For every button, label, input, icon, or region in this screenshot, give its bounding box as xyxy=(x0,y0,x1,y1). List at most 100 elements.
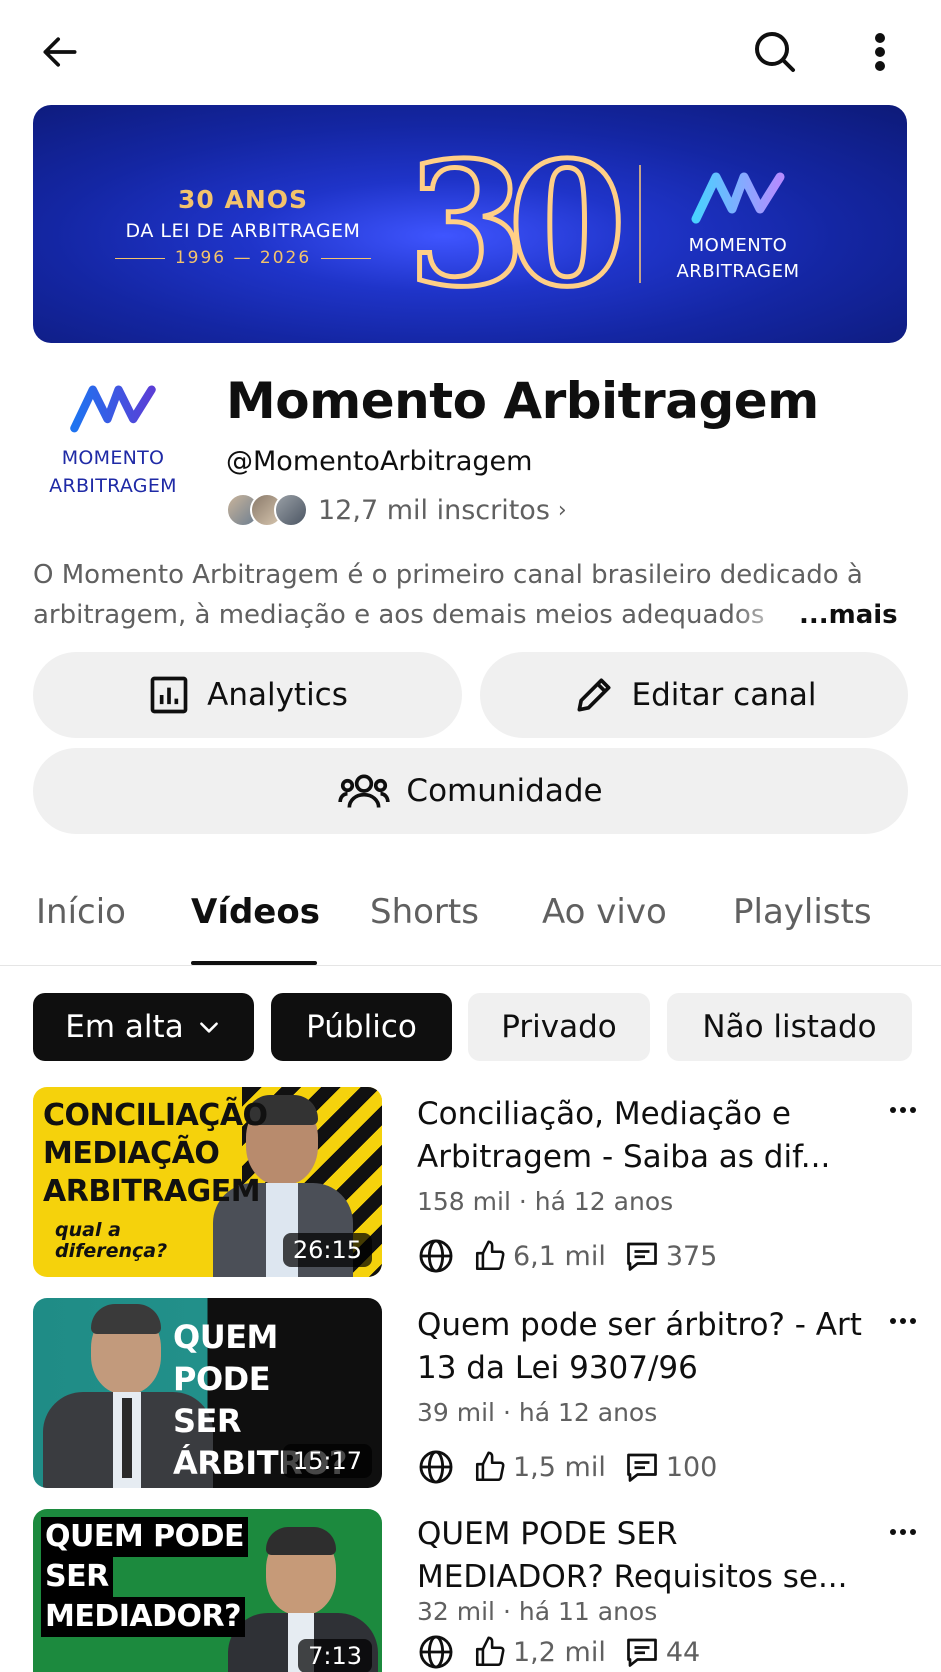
bar-chart-icon xyxy=(150,676,188,714)
thumbs-up-icon xyxy=(475,1240,505,1271)
video-stats: 6,1 mil 375 xyxy=(417,1235,735,1277)
video-more-button[interactable] xyxy=(885,1095,921,1125)
video-thumbnail[interactable]: QUEM PODE SER MEDIADOR? 7:13 xyxy=(33,1509,382,1672)
analytics-button[interactable]: Analytics xyxy=(33,652,462,738)
divider-line xyxy=(321,257,372,259)
banner-big-number: 30 xyxy=(405,123,629,328)
thumbnail-sub2: diferença? xyxy=(55,1240,168,1262)
video-thumbnail[interactable]: QUEM PODE SER ÁRBITRO? 15:17 xyxy=(33,1298,382,1488)
video-title[interactable]: Conciliação, Mediação e Arbitragem - Sai… xyxy=(417,1093,862,1179)
banner-anniversary-text: 30 ANOS DA LEI DE ARBITRAGEM 1996 — 2026 xyxy=(93,185,393,268)
analytics-label: Analytics xyxy=(207,677,348,713)
video-meta: 158 mil · há 12 anos xyxy=(417,1187,673,1216)
video-list-item[interactable]: QUEM PODE SER MEDIADOR? 7:13 QUEM PODE S… xyxy=(0,1509,941,1672)
channel-description[interactable]: O Momento Arbitragem é o primeiro canal … xyxy=(33,555,913,635)
thumbnail-title: CONCILIAÇÃO MEDIAÇÃO ARBITRAGEM xyxy=(43,1097,268,1211)
thumbnail-subtitle: qual a diferença? xyxy=(55,1220,167,1262)
thumbnail-line1: QUEM PODE xyxy=(173,1318,278,1398)
meta-separator: · xyxy=(502,1398,511,1427)
thumbnail-line1: QUEM PODE xyxy=(41,1517,249,1557)
comment-icon xyxy=(626,1638,657,1667)
filter-chip-private[interactable]: Privado xyxy=(468,993,650,1061)
subscribers-row[interactable]: 12,7 mil inscritos › xyxy=(226,490,567,530)
tab-playlists[interactable]: Playlists xyxy=(733,892,872,932)
video-title[interactable]: Quem pode ser árbitro? - Art 13 da Lei 9… xyxy=(417,1304,862,1390)
thumbnail-line3: ARBITRAGEM xyxy=(43,1174,261,1209)
video-duration: 7:13 xyxy=(298,1639,372,1672)
tab-videos[interactable]: Vídeos xyxy=(191,892,320,932)
thumbnail-line1: CONCILIAÇÃO xyxy=(43,1098,268,1133)
video-age: há 11 anos xyxy=(518,1597,658,1626)
video-meta: 32 mil · há 11 anos xyxy=(417,1597,657,1626)
comment-icon xyxy=(626,1453,657,1482)
avatar-text-line1: MOMENTO xyxy=(61,447,165,469)
video-more-button[interactable] xyxy=(885,1306,921,1336)
description-line2-row: arbitragem, à mediação e aos demais meio… xyxy=(33,595,913,635)
banner-divider xyxy=(639,165,641,283)
globe-icon xyxy=(419,1239,453,1273)
video-duration: 26:15 xyxy=(282,1233,372,1267)
more-horizontal-icon xyxy=(890,1529,916,1535)
tab-shorts[interactable]: Shorts xyxy=(370,892,479,932)
thumbnail-sub1: qual a xyxy=(55,1219,121,1241)
active-tab-indicator xyxy=(191,961,317,965)
comments-group: 375 xyxy=(624,1238,717,1274)
video-duration: 15:17 xyxy=(282,1444,372,1478)
video-comments: 100 xyxy=(665,1451,718,1483)
banner-anos: 30 ANOS xyxy=(177,185,309,214)
sort-dropdown-chip[interactable]: Em alta xyxy=(33,993,254,1061)
video-meta: 39 mil · há 12 anos xyxy=(417,1398,657,1427)
video-stats: 1,2 mil 44 xyxy=(417,1631,718,1672)
video-age: há 12 anos xyxy=(534,1187,674,1216)
description-line2: arbitragem, à mediação e aos demais meio… xyxy=(33,600,765,630)
more-vertical-icon xyxy=(875,33,885,71)
comments-group: 44 xyxy=(624,1634,700,1670)
thumbs-up-icon xyxy=(475,1636,505,1667)
subscriber-count: 12,7 mil inscritos xyxy=(318,494,550,526)
subscriber-avatar xyxy=(274,493,308,527)
more-horizontal-icon xyxy=(890,1318,916,1324)
likes-group: 6,1 mil xyxy=(473,1239,606,1273)
video-views: 32 mil xyxy=(417,1597,496,1626)
thumbnail-line2: MEDIAÇÃO xyxy=(43,1136,220,1171)
description-more-link[interactable]: ...mais xyxy=(799,595,898,635)
banner-brand: MOMENTO ARBITRAGEM xyxy=(658,167,818,283)
pencil-icon xyxy=(577,678,611,712)
edit-channel-button[interactable]: Editar canal xyxy=(480,652,908,738)
visibility-public xyxy=(417,1633,455,1671)
channel-avatar[interactable]: MOMENTO ARBITRAGEM xyxy=(38,380,188,500)
community-label: Comunidade xyxy=(406,773,603,809)
brand-wave-logo-icon xyxy=(691,172,785,224)
more-options-button[interactable] xyxy=(860,24,900,80)
video-list-item[interactable]: QUEM PODE SER ÁRBITRO? 15:17 Quem pode s… xyxy=(0,1298,941,1493)
video-list-item[interactable]: CONCILIAÇÃO MEDIAÇÃO ARBITRAGEM qual a d… xyxy=(0,1087,941,1282)
banner-brand-line2: ARBITRAGEM xyxy=(676,261,800,282)
community-button[interactable]: Comunidade xyxy=(33,748,908,834)
brand-wave-logo-icon xyxy=(70,385,156,433)
description-line1: O Momento Arbitragem é o primeiro canal … xyxy=(33,560,863,590)
search-button[interactable] xyxy=(745,24,805,80)
meta-separator: · xyxy=(518,1187,527,1216)
search-icon xyxy=(755,32,795,72)
more-horizontal-icon xyxy=(890,1107,916,1113)
video-more-button[interactable] xyxy=(885,1517,921,1547)
chevron-right-icon: › xyxy=(557,497,567,523)
subscriber-avatars xyxy=(226,491,310,529)
tab-ao-vivo[interactable]: Ao vivo xyxy=(542,892,667,932)
thumbnail-title: QUEM PODE SER MEDIADOR? xyxy=(41,1517,249,1637)
channel-name: Momento Arbitragem xyxy=(226,372,819,430)
video-thumbnail[interactable]: CONCILIAÇÃO MEDIAÇÃO ARBITRAGEM qual a d… xyxy=(33,1087,382,1277)
people-icon xyxy=(338,774,391,808)
likes-group: 1,5 mil xyxy=(473,1450,606,1484)
comments-group: 100 xyxy=(624,1449,718,1485)
filter-chip-unlisted[interactable]: Não listado xyxy=(667,993,912,1061)
divider-line xyxy=(114,257,165,259)
video-title[interactable]: QUEM PODE SER MEDIADOR? Requisitos se... xyxy=(417,1513,862,1599)
filter-chip-public[interactable]: Público xyxy=(271,993,452,1061)
video-views: 39 mil xyxy=(417,1398,496,1427)
tab-inicio[interactable]: Início xyxy=(36,892,126,932)
banner-years: 1996 — 2026 xyxy=(174,248,312,268)
banner-brand-line1: MOMENTO xyxy=(688,235,788,256)
back-button[interactable] xyxy=(30,24,90,80)
banner-lei: DA LEI DE ARBITRAGEM xyxy=(125,220,361,242)
